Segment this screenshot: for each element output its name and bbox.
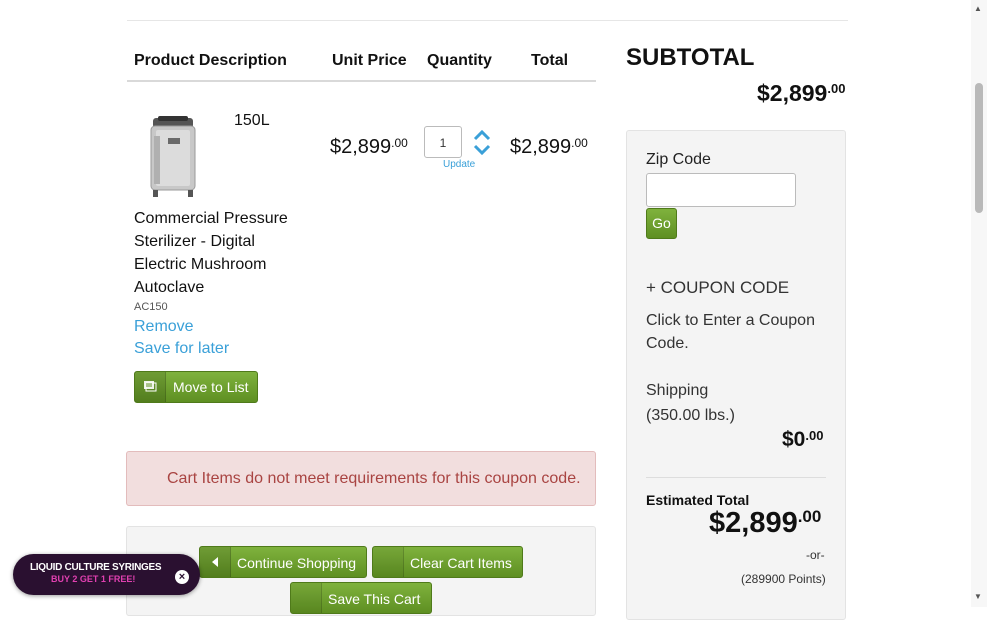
product-variant: 150L [234,112,270,129]
points-value: (289900 Points) [741,572,826,586]
unit-price: $2,899.00 [330,136,408,158]
shipping-weight: (350.00 lbs.) [646,407,735,424]
or-label: -or- [806,548,825,562]
clear-cart-button[interactable]: Clear Cart Items [372,546,523,578]
coupon-code-toggle[interactable]: + COUPON CODE [646,278,789,298]
promo-line1: LIQUID CULTURE SYRINGES [30,562,162,573]
clear-cart-label: Clear Cart Items [410,555,512,571]
header-divider [127,80,596,82]
top-divider [127,20,848,21]
estimated-total-label: Estimated Total [646,492,750,508]
promo-line2: BUY 2 GET 1 FREE! [51,574,136,584]
header-total: Total [531,52,569,69]
move-to-list-label: Move to List [173,379,249,395]
save-for-later-link[interactable]: Save for later [134,340,229,358]
go-button[interactable]: Go [646,208,677,239]
save-cart-button[interactable]: Save This Cart [290,582,432,614]
shipping-label: Shipping [646,382,709,399]
update-link[interactable]: Update [443,159,475,170]
product-sku: AC150 [134,301,168,313]
save-cart-label: Save This Cart [328,591,421,607]
summary-divider [646,477,826,478]
list-icon [135,372,166,402]
chevron-up-icon[interactable] [473,128,491,142]
product-name[interactable]: Commercial Pressure Sterilizer - Digital… [134,207,304,299]
zip-code-input[interactable] [646,173,796,207]
scrollbar-thumb[interactable] [975,83,983,213]
coupon-code-description: Click to Enter a Coupon Code. [646,312,815,352]
continue-shopping-label: Continue Shopping [237,555,357,571]
header-quantity: Quantity [427,52,492,69]
product-image[interactable] [146,116,200,198]
move-to-list-button[interactable]: Move to List [134,371,258,403]
shipping-cost: $0.00 [782,428,824,451]
caret-left-icon [200,547,231,577]
close-icon[interactable]: × [175,570,189,584]
line-total: $2,899.00 [510,136,588,158]
header-product-description: Product Description [134,52,287,69]
header-unit-price: Unit Price [332,52,407,69]
save-icon-area [291,583,322,613]
scroll-up-icon[interactable]: ▲ [974,4,982,13]
coupon-error-alert: Cart Items do not meet requirements for … [126,451,596,506]
subtotal-title: SUBTOTAL [626,44,755,71]
zip-code-label: Zip Code [646,151,711,168]
scroll-down-icon[interactable]: ▼ [974,592,982,601]
estimated-total-value: $2,899.00 [709,507,822,539]
clear-icon-area [373,547,404,577]
remove-link[interactable]: Remove [134,318,194,336]
continue-shopping-button[interactable]: Continue Shopping [199,546,367,578]
quantity-input[interactable]: 1 [424,126,462,158]
chevron-down-icon[interactable] [473,143,491,157]
promo-banner[interactable]: LIQUID CULTURE SYRINGES BUY 2 GET 1 FREE… [13,554,200,595]
subtotal-value: $2,899.00 [757,80,846,106]
